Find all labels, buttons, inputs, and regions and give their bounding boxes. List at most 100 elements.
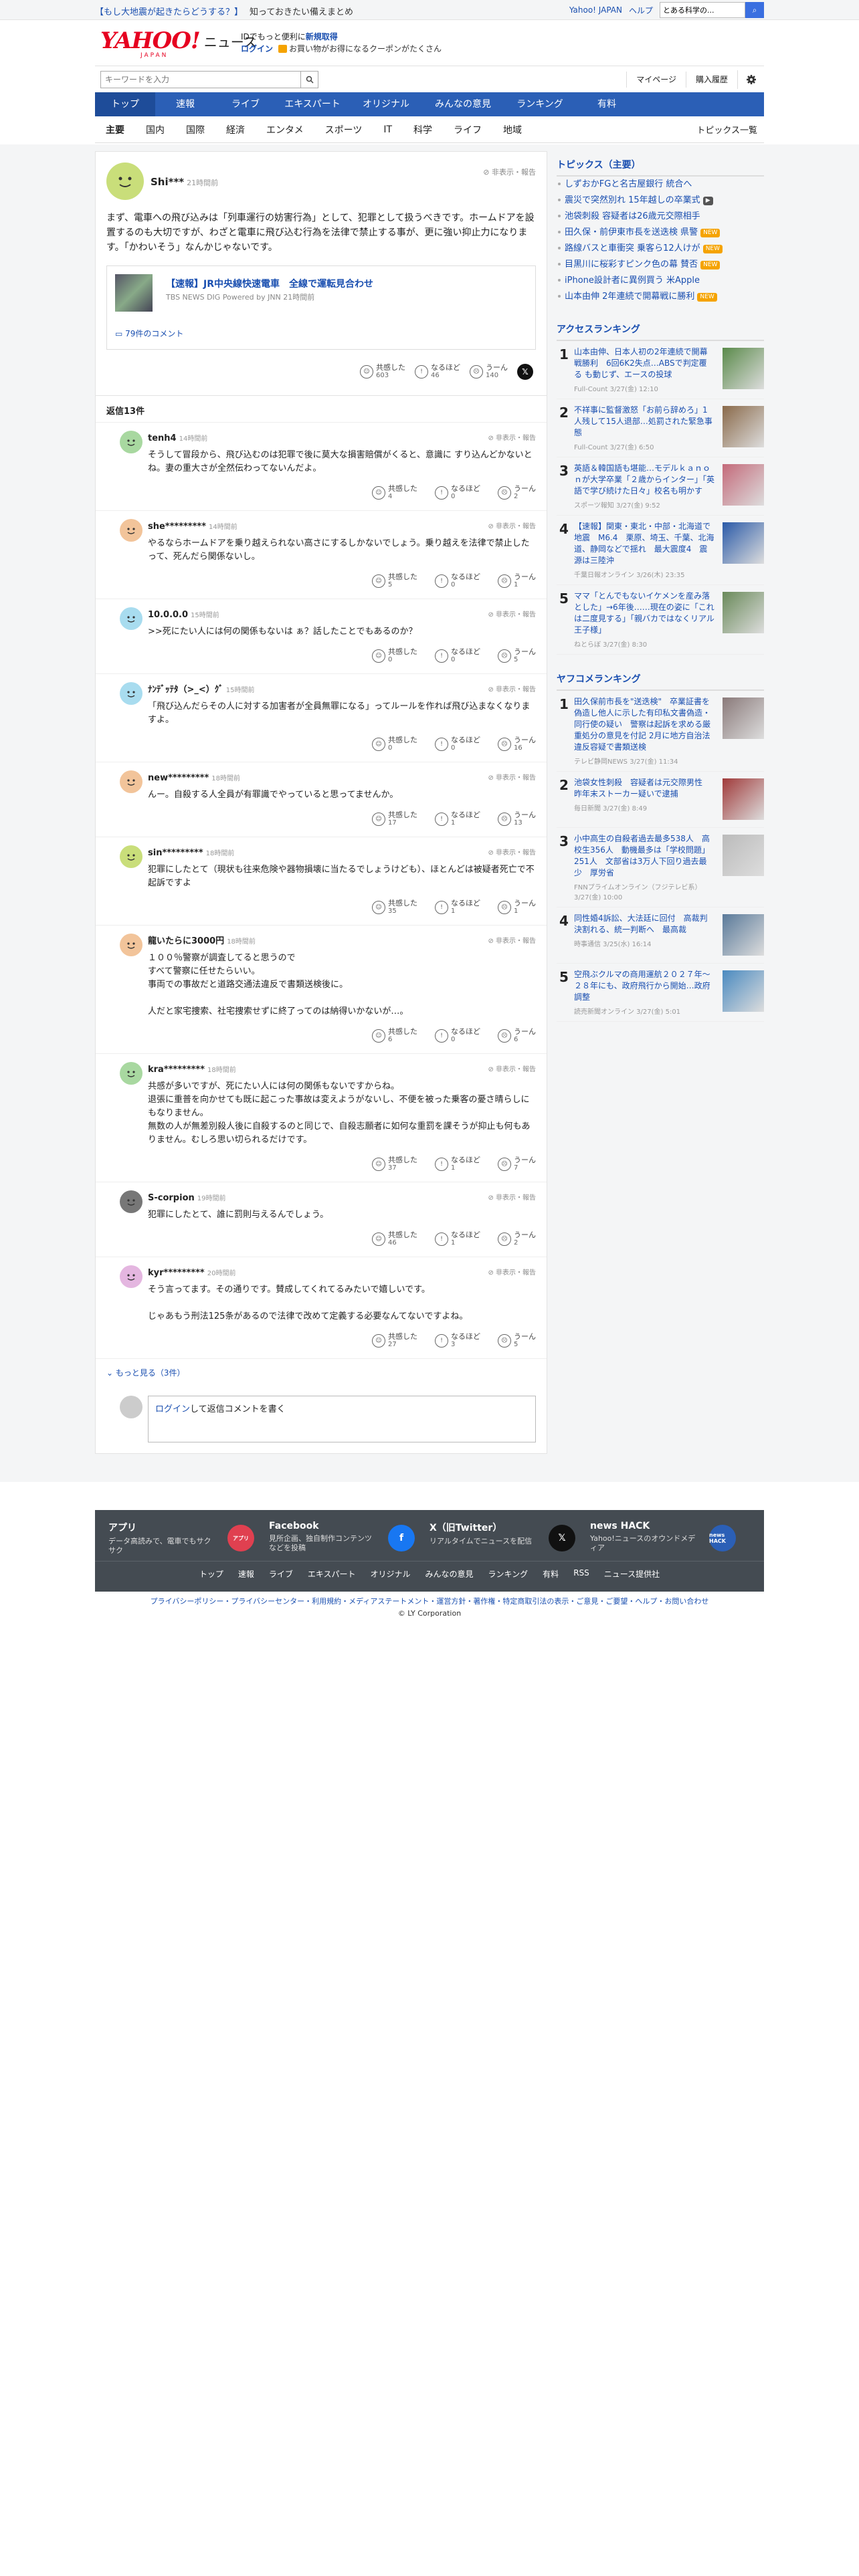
reply-author[interactable]: 龍いたらに3000円 — [148, 936, 224, 946]
topic-item[interactable]: iPhone設計者に異例買う 米Apple — [557, 273, 764, 289]
tab-paid[interactable]: 有料 — [577, 92, 637, 116]
ranking-thumbnail[interactable] — [723, 697, 764, 739]
topic-title[interactable]: 池袋刺殺 容疑者は26歳元交際相手 — [565, 211, 700, 221]
naruhodo-button[interactable]: ! なるほど 3 — [435, 1333, 480, 1349]
hmm-button[interactable]: ☹ うーん 13 — [498, 811, 536, 827]
ranking-thumbnail[interactable] — [723, 914, 764, 956]
footer-app-3[interactable]: news HACK Yahoo!ニュースのオウンドメディア news HACK — [590, 1521, 751, 1552]
reply-author[interactable]: 10.0.0.0 — [148, 610, 188, 620]
topic-item[interactable]: しずおかFGと名古屋銀行 統合へ — [557, 177, 764, 193]
hmm-button[interactable]: ☹ うーん 2 — [498, 1231, 536, 1247]
report-link[interactable]: ⊘ 非表示・報告 — [488, 772, 536, 782]
topic-item[interactable]: 目黒川に桜彩すピンク色の幕 賛否 NEW — [557, 257, 764, 273]
report-link[interactable]: ⊘ 非表示・報告 — [488, 847, 536, 857]
ranking-item[interactable]: 5 空飛ぶクルマの商用運航２０２７年～２８年にも、政府飛行から開始…政府調整 読売新… — [557, 964, 764, 1022]
ranking-title[interactable]: 英語＆韓国語も堪能…モデルｋａｎｏｎが大学卒業「２歳からインター」「英語で学び続… — [574, 463, 714, 497]
hmm-button[interactable]: ☹ うーん 6 — [498, 1028, 536, 1044]
avatar[interactable] — [120, 519, 142, 542]
topic-item[interactable]: 池袋刺殺 容疑者は26歳元交際相手 — [557, 209, 764, 225]
avatar[interactable] — [106, 163, 144, 200]
report-link[interactable]: ⊘ 非表示・報告 — [488, 1192, 536, 1202]
ranking-thumbnail[interactable] — [723, 778, 764, 820]
naruhodo-button[interactable]: ! なるほど 1 — [435, 1231, 480, 1247]
ranking-item[interactable]: 5 ママ「とんでもないイケメンを産み落とした」→6年後……現在の姿に「これは二度見… — [557, 585, 764, 655]
footer-nav-item[interactable]: ニュース提供社 — [604, 1568, 660, 1580]
footer-nav-item[interactable]: RSS — [573, 1568, 589, 1580]
naruhodo-button[interactable]: ! なるほど 0 — [435, 1028, 480, 1044]
cat-economy[interactable]: 経済 — [215, 123, 256, 136]
report-link[interactable]: ⊘ 非表示・報告 — [483, 167, 536, 177]
reply-author[interactable]: kra********* — [148, 1065, 205, 1075]
ranking-item[interactable]: 1 山本由伸、日本人初の2年連続で開幕戦勝利 6回6K2失点…ABSで判定覆る も… — [557, 341, 764, 399]
hmm-button[interactable]: ☹ うーん 5 — [498, 1333, 536, 1349]
ranking-thumbnail[interactable] — [723, 522, 764, 564]
hmm-button[interactable]: ☹ うーん 140 — [470, 364, 508, 380]
report-link[interactable]: ⊘ 非表示・報告 — [488, 1063, 536, 1073]
help-link[interactable]: ヘルプ — [629, 5, 653, 16]
footer-app-0[interactable]: アプリ データ高読みで、電車でもサクサク アプリ — [108, 1521, 269, 1555]
ranking-item[interactable]: 3 小中高生の自殺者過去最多538人 高校生356人 動機最多は「学校問題」251… — [557, 828, 764, 907]
footer-nav-item[interactable]: トップ — [199, 1568, 223, 1580]
empathy-button[interactable]: ☺ 共感した 5 — [372, 573, 417, 589]
topic-title[interactable]: 震災で突然別れ 15年越しの卒業式 — [565, 195, 700, 205]
tab-top[interactable]: トップ — [95, 92, 155, 116]
avatar[interactable] — [120, 607, 142, 630]
tab-ranking[interactable]: ランキング — [503, 92, 577, 116]
avatar[interactable] — [120, 1265, 142, 1288]
facebook-icon[interactable]: f — [388, 1525, 415, 1551]
hmm-button[interactable]: ☹ うーん 1 — [498, 899, 536, 916]
register-link[interactable]: 新規取得 — [306, 32, 338, 41]
avatar[interactable] — [120, 770, 142, 793]
footer-nav-item[interactable]: 速報 — [238, 1568, 254, 1580]
report-link[interactable]: ⊘ 非表示・報告 — [488, 935, 536, 945]
search-icon[interactable] — [301, 71, 318, 88]
gear-icon[interactable] — [737, 70, 764, 89]
purchase-history-link[interactable]: 購入履歴 — [685, 72, 737, 88]
tab-live[interactable]: ライブ — [215, 92, 276, 116]
reply-author[interactable]: kyr********* — [148, 1268, 205, 1278]
empathy-button[interactable]: ☺ 共感した 6 — [372, 1028, 417, 1044]
hmm-button[interactable]: ☹ うーん 1 — [498, 573, 536, 589]
report-link[interactable]: ⊘ 非表示・報告 — [488, 609, 536, 619]
ranking-title[interactable]: 不祥事に監督激怒「お前ら辞めろ」1人残して15人退部…処罰された緊急事態 — [574, 405, 714, 439]
naruhodo-button[interactable]: ! なるほど 0 — [435, 485, 480, 501]
tab-opinion[interactable]: みんなの意見 — [423, 92, 503, 116]
keyword-search-input[interactable] — [100, 71, 301, 88]
cat-science[interactable]: 科学 — [403, 123, 443, 136]
report-link[interactable]: ⊘ 非表示・報告 — [488, 520, 536, 530]
x-share-icon[interactable]: 𝕏 — [517, 364, 533, 380]
naruhodo-button[interactable]: ! なるほど 46 — [415, 364, 460, 380]
naruhodo-button[interactable]: ! なるほど 1 — [435, 1156, 480, 1172]
tab-original[interactable]: オリジナル — [349, 92, 423, 116]
hmm-button[interactable]: ☹ うーん 7 — [498, 1156, 536, 1172]
avatar[interactable] — [120, 1062, 142, 1085]
login-link[interactable]: ログイン — [241, 44, 273, 53]
topic-title[interactable]: iPhone設計者に異例買う 米Apple — [565, 276, 700, 286]
reply-author[interactable]: tenh4 — [148, 433, 177, 443]
yahoo-japan-link[interactable]: Yahoo! JAPAN — [569, 5, 622, 15]
reply-author[interactable]: ﾅﾝﾃﾞｯﾃﾀ（>_<）ｸﾞ — [148, 685, 223, 695]
tab-expert[interactable]: エキスパート — [276, 92, 349, 116]
reply-author[interactable]: S-corpion — [148, 1193, 195, 1203]
footer-app-2[interactable]: X（旧Twitter） リアルタイムでニュースを配信 𝕏 — [430, 1521, 590, 1551]
topic-item[interactable]: 路線バスと車衝突 乗客ら12人けが NEW — [557, 241, 764, 257]
reply-author[interactable]: sin********* — [148, 848, 203, 858]
ranking-thumbnail[interactable] — [723, 464, 764, 506]
hmm-button[interactable]: ☹ うーん 5 — [498, 648, 536, 664]
topic-item[interactable]: 震災で突然別れ 15年越しの卒業式 ▶ — [557, 193, 764, 209]
access-ranking-heading[interactable]: アクセスランキング — [557, 316, 764, 341]
ranking-title[interactable]: 池袋女性刺殺 容疑者は元交際男性 昨年末ストーカー疑いで逮捕 — [574, 777, 714, 800]
ranking-title[interactable]: 小中高生の自殺者過去最多538人 高校生356人 動機最多は「学校問題」251人… — [574, 833, 714, 879]
search-icon[interactable]: ⌕ — [745, 2, 764, 18]
naruhodo-button[interactable]: ! なるほど 0 — [435, 573, 480, 589]
cat-life[interactable]: ライフ — [443, 123, 492, 136]
login-link[interactable]: ログイン — [155, 1404, 190, 1414]
ranking-title[interactable]: 空飛ぶクルマの商用運航２０２７年～２８年にも、政府飛行から開始…政府調整 — [574, 969, 714, 1003]
naruhodo-button[interactable]: ! なるほど 1 — [435, 811, 480, 827]
ranking-title[interactable]: 山本由伸、日本人初の2年連続で開幕戦勝利 6回6K2失点…ABSで判定覆る も動… — [574, 346, 714, 381]
avatar[interactable] — [120, 431, 142, 453]
empathy-button[interactable]: ☺ 共感した 0 — [372, 648, 417, 664]
topics-list-link[interactable]: トピックス一覧 — [696, 123, 757, 136]
topic-title[interactable]: 目黒川に桜彩すピンク色の幕 賛否 — [565, 259, 698, 270]
cat-world[interactable]: 国際 — [175, 123, 215, 136]
